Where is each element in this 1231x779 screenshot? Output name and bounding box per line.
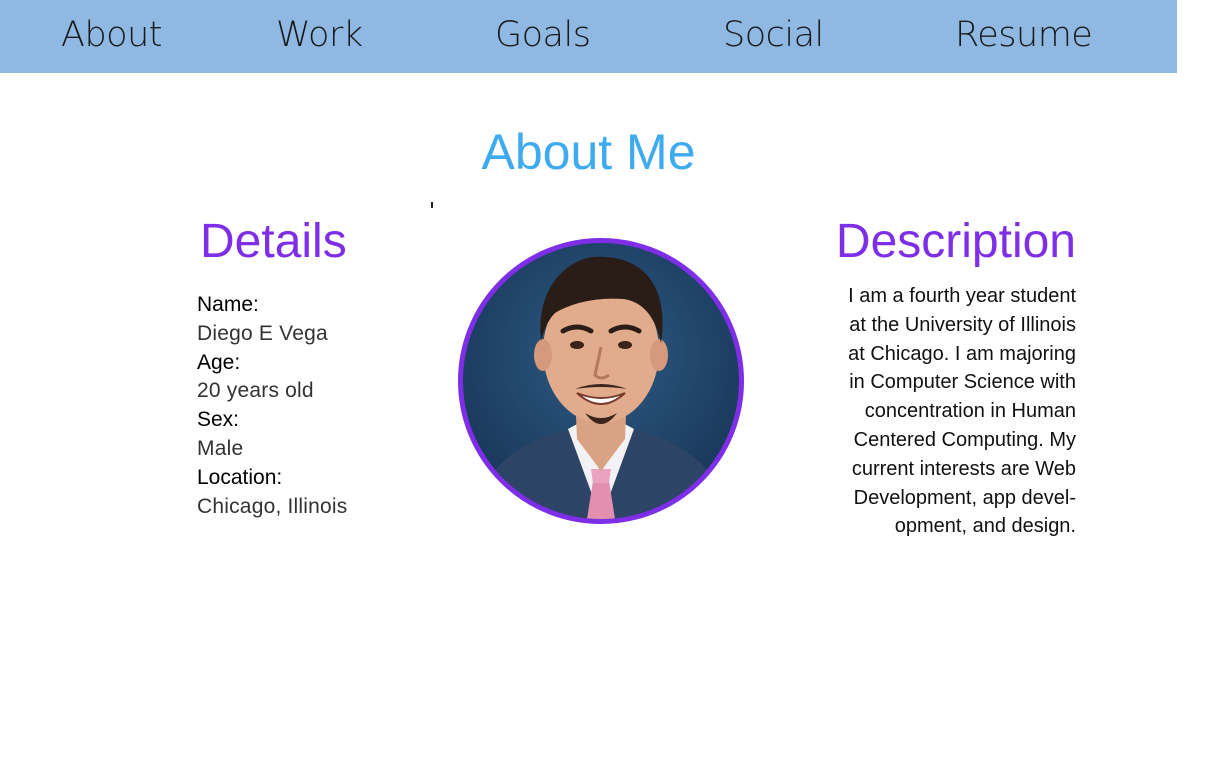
description-text: I am a fourth year student at the Univer… xyxy=(814,282,1076,541)
detail-label-age: Age: xyxy=(197,350,241,374)
description-line: at Chicago. I am majoring xyxy=(848,342,1076,365)
description-line: Centered Computing. My xyxy=(853,428,1076,451)
detail-value-name: Diego E Vega xyxy=(197,321,328,345)
nav-item-work[interactable]: Work xyxy=(276,16,363,55)
detail-label-name: Name: xyxy=(197,293,259,316)
description-line: I am a fourth year student xyxy=(848,285,1076,307)
detail-value-age: 20 years old xyxy=(197,379,314,403)
top-navbar: About Work Goals Social Resume xyxy=(0,0,1177,73)
description-line: in Computer Science with xyxy=(849,371,1076,394)
description-heading: Description xyxy=(835,215,1076,268)
detail-value-sex: Male xyxy=(197,436,244,460)
profile-photo xyxy=(458,238,744,524)
detail-value-location: Chicago, Illinois xyxy=(197,494,348,518)
page-title: About Me xyxy=(481,124,696,180)
description-line: current interests are Web xyxy=(851,457,1076,480)
details-heading: Details xyxy=(200,215,347,268)
description-line: at the University of Illinois xyxy=(849,313,1076,336)
nav-item-goals[interactable]: Goals xyxy=(495,16,591,55)
nav-item-resume[interactable]: Resume xyxy=(955,16,1093,55)
page: About Work Goals Social Resume About Me … xyxy=(0,0,1231,779)
stray-mark xyxy=(431,202,433,208)
nav-item-about[interactable]: About xyxy=(61,16,162,55)
detail-label-location: Location: xyxy=(197,465,283,489)
profile-photo-illustration xyxy=(473,256,729,519)
description-line: concentration in Human xyxy=(864,400,1076,423)
detail-label-sex: Sex: xyxy=(197,408,240,432)
nav-item-social[interactable]: Social xyxy=(723,16,824,55)
details-list: Name: Diego E Vega Age: 20 years old Sex… xyxy=(197,291,417,521)
description-line: Development, app devel- xyxy=(853,486,1076,509)
description-line: opment, and design. xyxy=(894,515,1076,538)
